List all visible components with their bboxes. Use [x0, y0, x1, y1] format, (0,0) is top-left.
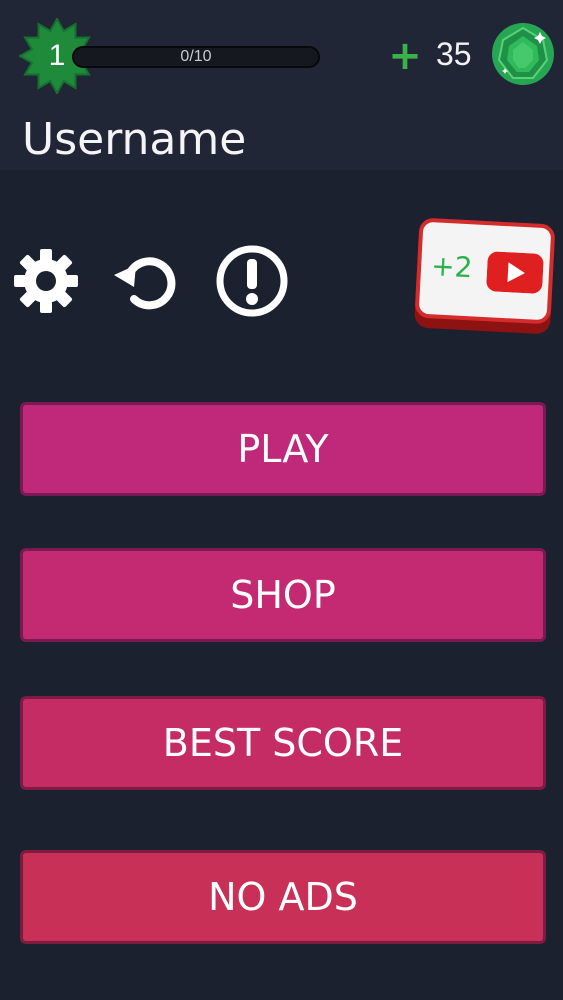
restart-button[interactable] [110, 243, 186, 319]
no-ads-button[interactable]: NO ADS [20, 850, 546, 944]
video-reward-card: +2 [414, 217, 556, 325]
emerald-gem-icon [491, 22, 555, 86]
info-alert-button[interactable] [214, 243, 290, 319]
best-score-button[interactable]: BEST SCORE [20, 696, 546, 790]
gem-count: 35 [436, 36, 472, 72]
shop-button[interactable]: SHOP [20, 548, 546, 642]
play-button[interactable]: PLAY [20, 402, 546, 496]
username-label[interactable]: Username [22, 112, 246, 168]
alert-icon [216, 245, 288, 317]
xp-progress-bar: 0/10 [72, 46, 320, 68]
video-reward-label: +2 [430, 249, 474, 285]
restart-icon [114, 257, 176, 310]
add-gems-button[interactable]: + [388, 36, 422, 76]
youtube-play-icon [486, 251, 544, 294]
watch-video-reward-button[interactable]: +2 [414, 217, 559, 335]
settings-button[interactable] [8, 243, 84, 319]
xp-progress-text: 0/10 [180, 48, 212, 65]
gear-icon [14, 249, 78, 313]
